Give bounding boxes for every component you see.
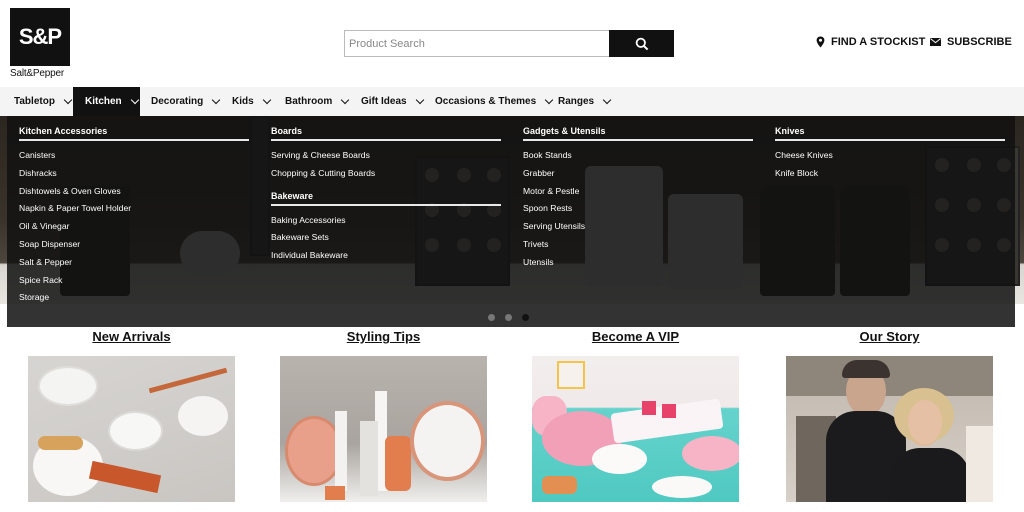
menu-link-grabber[interactable]: Grabber xyxy=(523,165,753,183)
menu-heading[interactable]: Bakeware xyxy=(271,191,501,206)
menu-link-book-stands[interactable]: Book Stands xyxy=(523,147,753,165)
carousel-dot-3[interactable] xyxy=(522,314,529,321)
menu-link-knife-block[interactable]: Knife Block xyxy=(775,165,1005,183)
menu-link-utensils[interactable]: Utensils xyxy=(523,254,753,272)
nav-kids[interactable]: Kids xyxy=(232,87,271,116)
tile-image-become-vip[interactable] xyxy=(532,356,739,502)
menu-column-gadgets: Gadgets & Utensils Book Stands Grabber M… xyxy=(523,126,753,272)
brand-logo[interactable]: S&P Salt&Pepper xyxy=(10,8,70,83)
nav-bathroom[interactable]: Bathroom xyxy=(285,87,350,116)
search-button[interactable] xyxy=(609,30,674,57)
menu-link-motor-pestle[interactable]: Motor & Pestle xyxy=(523,183,753,201)
tile-title-become-vip[interactable]: Become A VIP xyxy=(532,329,739,344)
nav-label: Kitchen xyxy=(85,96,122,107)
tile-title-new-arrivals[interactable]: New Arrivals xyxy=(28,329,235,344)
menu-link-cheese-knives[interactable]: Cheese Knives xyxy=(775,147,1005,165)
search-input[interactable] xyxy=(344,30,609,57)
logo-wordmark: Salt&Pepper xyxy=(10,68,64,79)
menu-column-kitchen-accessories: Kitchen Accessories Canisters Dishracks … xyxy=(19,126,249,307)
tile-title-styling-tips[interactable]: Styling Tips xyxy=(280,329,487,344)
carousel-dots xyxy=(488,314,529,321)
map-pin-icon xyxy=(816,36,825,48)
menu-heading[interactable]: Boards xyxy=(271,126,501,141)
nav-label: Gift Ideas xyxy=(361,96,407,107)
menu-heading[interactable]: Kitchen Accessories xyxy=(19,126,249,141)
nav-label: Kids xyxy=(232,96,254,107)
search-icon xyxy=(635,37,648,50)
menu-column-knives: Knives Cheese Knives Knife Block xyxy=(775,126,1005,183)
menu-link-spice-rack[interactable]: Spice Rack xyxy=(19,272,249,290)
menu-link-chopping-boards[interactable]: Chopping & Cutting Boards xyxy=(271,165,501,183)
nav-occasions-themes[interactable]: Occasions & Themes xyxy=(435,87,554,116)
chevron-down-icon xyxy=(130,95,139,104)
nav-label: Decorating xyxy=(151,96,204,107)
menu-link-serving-utensils[interactable]: Serving Utensils xyxy=(523,218,753,236)
chevron-down-icon xyxy=(262,95,271,104)
nav-tabletop[interactable]: Tabletop xyxy=(0,87,73,116)
chevron-down-icon xyxy=(415,95,424,104)
search-bar xyxy=(344,30,674,57)
nav-kitchen[interactable]: Kitchen xyxy=(73,87,140,116)
carousel-dot-2[interactable] xyxy=(505,314,512,321)
subscribe-label: SUBSCRIBE xyxy=(947,36,1012,48)
main-nav: Tabletop Kitchen Decorating Kids Bathroo… xyxy=(0,87,1024,116)
chevron-down-icon xyxy=(544,95,554,104)
menu-link-spoon-rests[interactable]: Spoon Rests xyxy=(523,200,753,218)
envelope-icon xyxy=(930,38,941,46)
menu-link-dishracks[interactable]: Dishracks xyxy=(19,165,249,183)
nav-ranges[interactable]: Ranges xyxy=(558,87,612,116)
menu-heading[interactable]: Knives xyxy=(775,126,1005,141)
tile-image-our-story[interactable] xyxy=(786,356,993,502)
chevron-down-icon xyxy=(63,95,73,104)
menu-heading[interactable]: Gadgets & Utensils xyxy=(523,126,753,141)
subscribe-link[interactable]: SUBSCRIBE xyxy=(930,36,1012,48)
menu-column-boards: Boards Serving & Cheese Boards Chopping … xyxy=(271,126,501,265)
menu-link-napkin-holder[interactable]: Napkin & Paper Towel Holder xyxy=(19,200,249,218)
nav-gift-ideas[interactable]: Gift Ideas xyxy=(361,87,424,116)
menu-link-trivets[interactable]: Trivets xyxy=(523,236,753,254)
nav-label: Tabletop xyxy=(14,96,55,107)
menu-link-individual-bakeware[interactable]: Individual Bakeware xyxy=(271,247,501,265)
menu-link-bakeware-sets[interactable]: Bakeware Sets xyxy=(271,229,501,247)
chevron-down-icon xyxy=(211,95,221,104)
chevron-down-icon xyxy=(340,95,350,104)
tile-image-new-arrivals[interactable] xyxy=(28,356,235,502)
menu-link-salt-pepper[interactable]: Salt & Pepper xyxy=(19,254,249,272)
tile-title-our-story[interactable]: Our Story xyxy=(786,329,993,344)
nav-label: Occasions & Themes xyxy=(435,96,537,107)
find-stockist-link[interactable]: FIND A STOCKIST xyxy=(816,36,925,48)
kitchen-mega-menu: Kitchen Accessories Canisters Dishracks … xyxy=(7,116,1015,327)
menu-link-baking-accessories[interactable]: Baking Accessories xyxy=(271,212,501,230)
menu-link-soap-dispenser[interactable]: Soap Dispenser xyxy=(19,236,249,254)
menu-link-canisters[interactable]: Canisters xyxy=(19,147,249,165)
menu-link-oil-vinegar[interactable]: Oil & Vinegar xyxy=(19,218,249,236)
menu-link-storage[interactable]: Storage xyxy=(19,289,249,307)
logo-mark: S&P xyxy=(10,8,70,66)
chevron-down-icon xyxy=(602,95,612,104)
carousel-dot-1[interactable] xyxy=(488,314,495,321)
nav-label: Ranges xyxy=(558,96,595,107)
tile-image-styling-tips[interactable] xyxy=(280,356,487,502)
menu-link-dishtowels[interactable]: Dishtowels & Oven Gloves xyxy=(19,183,249,201)
menu-link-serving-boards[interactable]: Serving & Cheese Boards xyxy=(271,147,501,165)
nav-label: Bathroom xyxy=(285,96,333,107)
nav-decorating[interactable]: Decorating xyxy=(151,87,221,116)
find-stockist-label: FIND A STOCKIST xyxy=(831,36,926,48)
